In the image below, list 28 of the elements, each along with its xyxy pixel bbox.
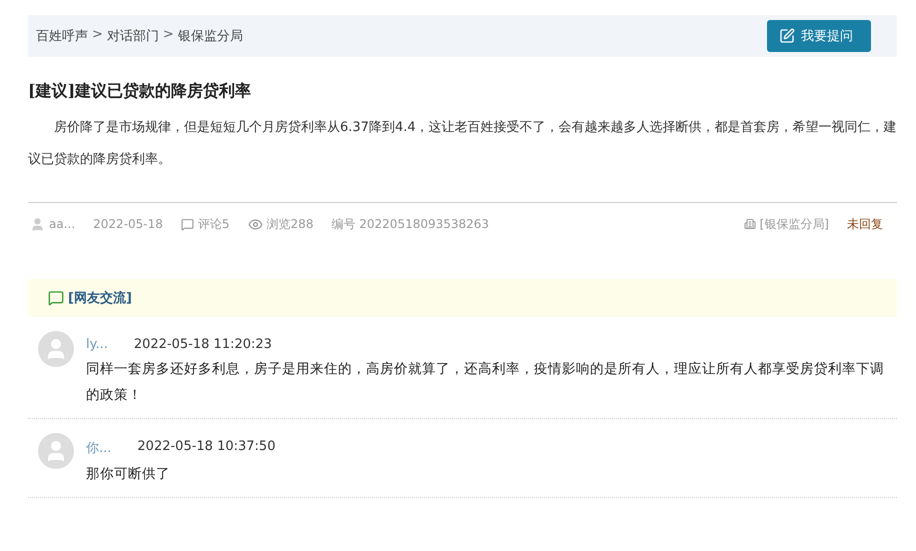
user-icon bbox=[30, 216, 45, 232]
breadcrumb-link[interactable]: 银保监分局 bbox=[178, 27, 243, 45]
breadcrumb-link[interactable]: 对话部门 bbox=[106, 27, 159, 45]
post-body: 房价降了是市场规律，但是短短几个月房贷利率从6.37降到4.4，这让老百姓接受不了，会有越来越多人选择断供，都是首套房，希望一视同仁，建议已贷款的降房贷利率。 bbox=[28, 112, 897, 203]
building-icon bbox=[744, 218, 756, 230]
reply-text: 同样一套房多还好多利息，房子是用来住的，高房价就算了，还高利率，疫情影响的是所有人，理应让所有人都享受房贷利率下调的政策！ bbox=[86, 360, 885, 405]
reply-text: 那你可断供了 bbox=[86, 465, 171, 484]
comment-count: 评论5 bbox=[198, 216, 230, 232]
edit-icon bbox=[779, 28, 795, 44]
eye-icon bbox=[248, 216, 263, 232]
ask-question-button[interactable]: 我要提问 bbox=[767, 20, 871, 52]
reply-status: 未回复 bbox=[847, 216, 883, 232]
post-number: 编号 20220518093538263 bbox=[331, 216, 490, 232]
avatar bbox=[38, 331, 74, 367]
section-title: [网友交流] bbox=[68, 290, 132, 307]
view-count: 浏览288 bbox=[266, 216, 314, 232]
breadcrumb-separator: > bbox=[92, 27, 103, 44]
post-title: [建议]建议已贷款的降房贷利率 bbox=[28, 81, 252, 102]
post-date: 2022-05-18 bbox=[93, 217, 163, 231]
reply-time: 2022-05-18 10:37:50 bbox=[137, 439, 276, 456]
department-name: [银保监分局] bbox=[760, 216, 829, 232]
breadcrumb-link[interactable]: 百姓呼声 bbox=[36, 27, 88, 45]
avatar bbox=[38, 433, 74, 469]
reply-time: 2022-05-18 11:20:23 bbox=[134, 337, 272, 352]
speech-bubble-icon bbox=[48, 290, 64, 306]
author-name: aa... bbox=[49, 217, 76, 231]
breadcrumb-separator: > bbox=[162, 27, 174, 44]
comment-icon bbox=[180, 218, 194, 230]
